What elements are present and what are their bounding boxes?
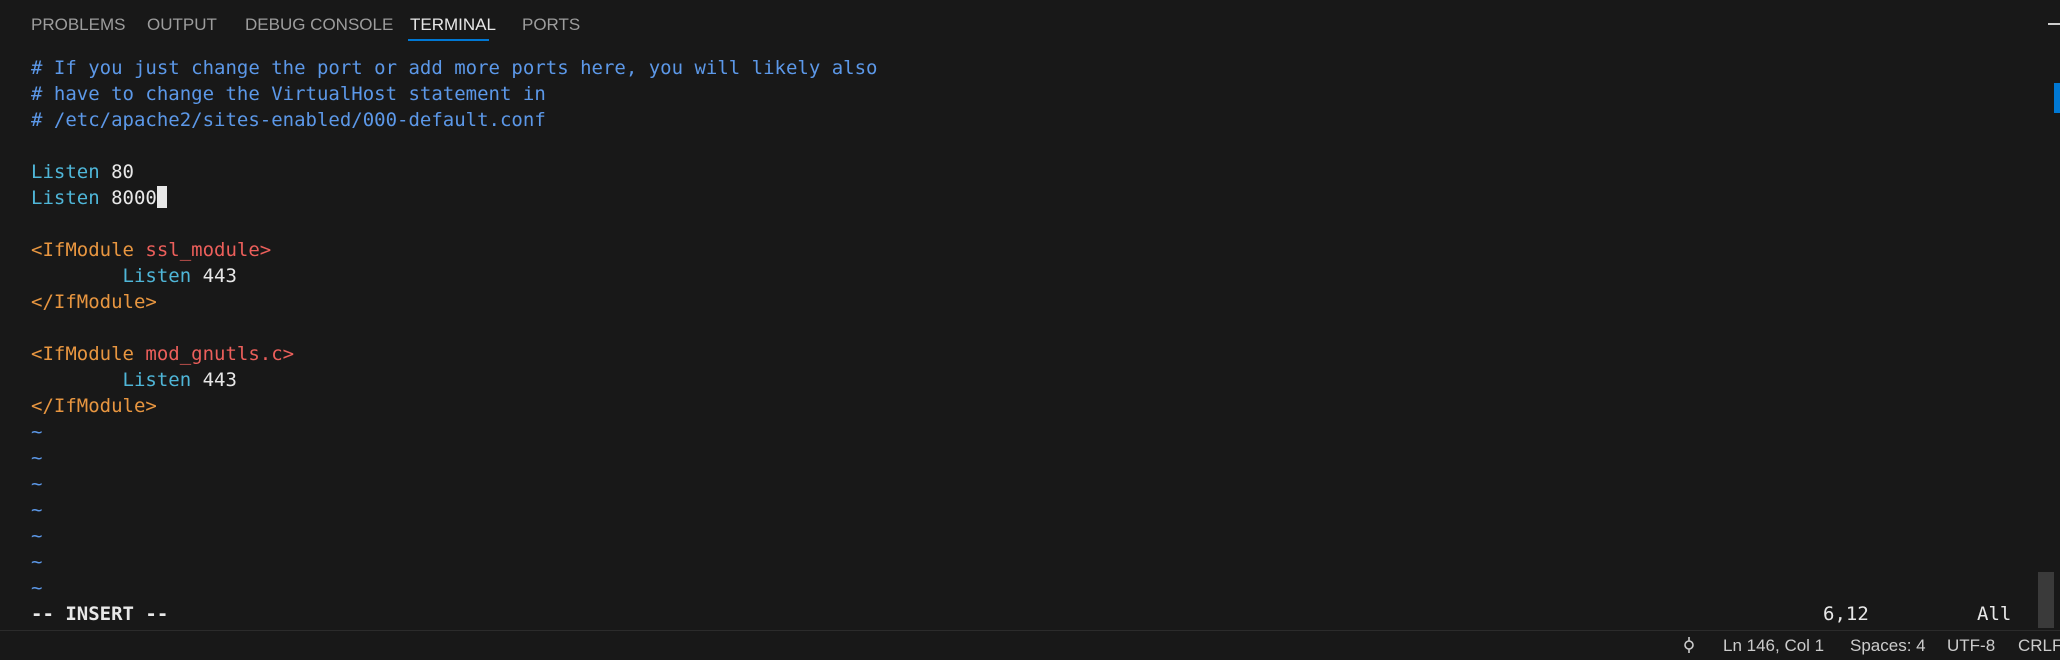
tag-open: <IfModule	[31, 239, 134, 261]
empty-line-tilde: ~	[31, 473, 43, 495]
listen-port: 8000	[111, 187, 157, 209]
active-tab-indicator	[408, 39, 489, 41]
listen-port: 443	[202, 265, 237, 287]
tag-module: mod_gnutls.c>	[145, 343, 295, 365]
listen-keyword: Listen	[31, 187, 100, 209]
listen-line-2: Listen 8000	[31, 185, 167, 211]
ifmodule-listen-1: Listen 443	[31, 263, 237, 289]
vim-cursor-position: 6,12	[1823, 603, 1869, 625]
eol-status[interactable]: CRLF	[2018, 636, 2060, 656]
listen-line-1: Listen 80	[31, 159, 134, 185]
listen-keyword: Listen	[31, 161, 100, 183]
tab-output[interactable]: OUTPUT	[147, 14, 217, 36]
vim-mode-indicator: -- INSERT --	[31, 603, 169, 625]
comment-line-3: # /etc/apache2/sites-enabled/000-default…	[31, 109, 546, 131]
encoding-status[interactable]: UTF-8	[1947, 636, 1995, 656]
empty-line-tilde: ~	[31, 525, 43, 547]
panel-tab-bar: PROBLEMS OUTPUT DEBUG CONSOLE TERMINAL P…	[0, 0, 2060, 50]
ifmodule-listen-2: Listen 443	[31, 367, 237, 393]
empty-line-tilde: ~	[31, 421, 43, 443]
vim-scroll-percent: All	[1977, 603, 2012, 625]
minimize-panel-icon[interactable]	[2048, 23, 2060, 25]
comment-line-2: # have to change the VirtualHost stateme…	[31, 83, 546, 105]
listen-port: 443	[202, 369, 237, 391]
empty-line-tilde: ~	[31, 447, 43, 469]
empty-line-tilde: ~	[31, 499, 43, 521]
ifmodule-open-2: <IfModule mod_gnutls.c>	[31, 341, 294, 367]
listen-keyword: Listen	[122, 265, 192, 287]
scrollbar-thumb[interactable]	[2038, 572, 2054, 628]
tab-problems[interactable]: PROBLEMS	[31, 14, 125, 36]
tab-terminal[interactable]: TERMINAL	[410, 14, 496, 36]
listen-keyword: Listen	[122, 369, 192, 391]
text-cursor	[156, 186, 167, 208]
cursor-position-status[interactable]: Ln 146, Col 1	[1723, 636, 1824, 656]
tab-debug-console[interactable]: DEBUG CONSOLE	[245, 14, 393, 36]
listen-port: 80	[111, 161, 134, 183]
empty-line-tilde: ~	[31, 577, 43, 599]
ifmodule-close-2: </IfModule>	[31, 395, 157, 417]
tag-module: ssl_module>	[145, 239, 272, 261]
scrollbar-marker	[2054, 83, 2060, 113]
ifmodule-close-1: </IfModule>	[31, 291, 157, 313]
empty-line-tilde: ~	[31, 551, 43, 573]
indentation-status[interactable]: Spaces: 4	[1850, 636, 1926, 656]
tag-open: <IfModule	[31, 343, 134, 365]
status-bar: Ln 146, Col 1 Spaces: 4 UTF-8 CRLF	[0, 630, 2060, 660]
source-control-icon[interactable]	[1681, 636, 1697, 654]
tab-ports[interactable]: PORTS	[522, 14, 580, 36]
ifmodule-open-1: <IfModule ssl_module>	[31, 237, 271, 263]
terminal-area[interactable]: # If you just change the port or add mor…	[0, 50, 2060, 630]
comment-line-1: # If you just change the port or add mor…	[31, 57, 878, 79]
